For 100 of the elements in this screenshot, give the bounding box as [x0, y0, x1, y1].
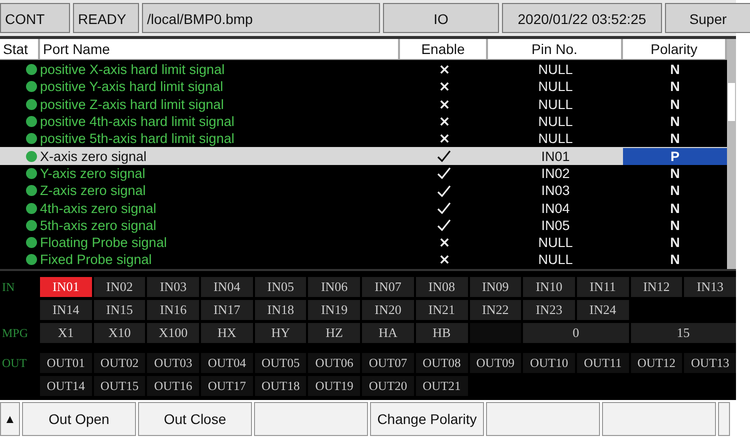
polarity-cell-text: N	[669, 164, 681, 182]
io-indicator: OUT16	[147, 376, 200, 396]
io-indicator: OUT05	[254, 352, 306, 373]
io-indicator: OUT10	[523, 352, 575, 373]
softkey-button[interactable]: Out Close	[138, 402, 252, 436]
io-indicator: OUT09	[470, 352, 522, 373]
io-indicator: OUT18	[254, 376, 306, 396]
polarity-cell-text: N	[669, 234, 681, 252]
port-name: positive 5th-axis hard limit signal	[40, 130, 234, 148]
table-row[interactable]: Z-axis zero signal IN03 N	[0, 182, 727, 200]
io-indicator: IN16	[147, 300, 200, 320]
column-header: Stat	[0, 39, 40, 59]
io-indicator: OUT08	[416, 352, 468, 373]
column-header: Port Name	[40, 39, 400, 59]
io-indicator: IN17	[201, 300, 253, 320]
mpg-button[interactable]: HY	[254, 322, 306, 343]
mpg-value: 0	[523, 322, 629, 343]
port-name: Y-axis zero signal	[40, 164, 146, 182]
port-name: positive Z-axis hard limit signal	[40, 96, 224, 113]
port-name: positive 4th-axis hard limit signal	[40, 113, 234, 130]
io-indicator: IN12	[630, 276, 682, 297]
io-indicator: OUT04	[201, 352, 253, 373]
io-indicator: IN24	[576, 300, 629, 320]
softkey-button[interactable]: Change Polarity	[370, 402, 484, 436]
polarity-cell-text: N	[669, 216, 681, 234]
pin-number: IN02	[541, 164, 570, 182]
io-indicator: OUT06	[308, 352, 360, 373]
pin-number: NULL	[538, 251, 573, 268]
io-indicator: IN19	[308, 300, 360, 320]
pin-number: NULL	[538, 78, 573, 96]
io-indicator: IN13	[684, 276, 736, 297]
io-indicator: IN05	[254, 276, 306, 297]
mpg-button[interactable]: X1	[40, 322, 92, 343]
io-indicator: IN11	[576, 276, 629, 297]
column-header: Enable	[400, 39, 488, 59]
polarity-cell-text: N	[669, 251, 681, 268]
io-indicator: IN15	[94, 300, 146, 320]
mpg-button[interactable]: HZ	[308, 322, 360, 343]
io-indicator: OUT02	[94, 352, 146, 373]
table-row[interactable]: X-axis zero signal IN01 P	[0, 147, 727, 165]
mpg-button[interactable]: HA	[362, 322, 414, 343]
table-row[interactable]: positive 5th-axis hard limit signal NULL N	[0, 130, 727, 148]
port-name: Z-axis zero signal	[40, 182, 146, 200]
pin-number: IN05	[541, 216, 570, 234]
status-field: CONT	[0, 3, 70, 33]
polarity-cell-text: N	[669, 61, 681, 78]
io-indicator: IN18	[254, 300, 306, 320]
table-row[interactable]: Fixed Probe signal NULL N	[0, 251, 727, 269]
pin-number: NULL	[538, 234, 573, 252]
table-row[interactable]: 4th-axis zero signal IN04 N	[0, 199, 727, 217]
io-indicator: IN20	[362, 300, 414, 320]
up-arrow-button[interactable]: ▲	[0, 402, 20, 436]
io-indicator: IN07	[362, 276, 414, 297]
mpg-button[interactable]: X100	[147, 322, 200, 343]
table-row[interactable]: Floating Probe signal NULL N	[0, 234, 727, 252]
io-indicator: OUT20	[362, 376, 414, 396]
io-indicator: IN09	[470, 276, 522, 297]
io-indicator: IN14	[40, 300, 92, 320]
table-row[interactable]: positive X-axis hard limit signal NULL N	[0, 61, 727, 78]
port-name: positive Y-axis hard limit signal	[40, 78, 224, 96]
polarity-cell-text: N	[669, 130, 681, 148]
polarity-cell-text: N	[669, 96, 681, 113]
io-indicator: OUT21	[416, 376, 468, 396]
polarity-cell-text: N	[669, 78, 681, 96]
port-name: Fixed Probe signal	[40, 251, 152, 268]
io-indicator: IN02	[94, 276, 146, 297]
mpg-value: 15	[630, 322, 736, 343]
table-row[interactable]: 5th-axis zero signal IN05 N	[0, 216, 727, 234]
io-indicator: OUT01	[40, 352, 92, 373]
table-row[interactable]: Y-axis zero signal IN02 N	[0, 164, 727, 182]
mpg-button[interactable]: HX	[201, 322, 253, 343]
scrollbar[interactable]	[727, 39, 736, 269]
io-indicator: OUT11	[576, 352, 629, 373]
softkey-button[interactable]: Out Open	[22, 402, 136, 436]
io-indicator: IN08	[416, 276, 468, 297]
empty-softkey-button[interactable]	[718, 402, 730, 436]
io-indicator: OUT07	[362, 352, 414, 373]
pin-number: IN04	[541, 200, 570, 217]
port-name: Floating Probe signal	[40, 234, 167, 252]
row-label: OUT	[2, 354, 28, 372]
table-row[interactable]: positive Z-axis hard limit signal NULL N	[0, 96, 727, 113]
mpg-blank-cell	[470, 322, 522, 343]
row-label: MPG	[2, 324, 30, 342]
status-field: IO	[383, 3, 499, 33]
table-row[interactable]: positive 4th-axis hard limit signal NULL N	[0, 112, 727, 130]
io-indicator: IN22	[470, 300, 522, 320]
io-indicator: OUT19	[308, 376, 360, 396]
polarity-cell-text: N	[669, 113, 681, 130]
io-indicator: IN21	[416, 300, 468, 320]
io-indicator: IN01	[40, 276, 92, 297]
pin-number: IN03	[541, 182, 570, 200]
io-indicator: IN10	[523, 276, 575, 297]
row-label: IN	[2, 278, 16, 296]
mpg-button[interactable]: HB	[416, 322, 468, 343]
mpg-button[interactable]: X10	[94, 322, 146, 343]
io-indicator: OUT14	[40, 376, 92, 396]
table-row[interactable]: positive Y-axis hard limit signal NULL N	[0, 78, 727, 96]
io-indicator: OUT03	[147, 352, 200, 373]
status-field: Super	[665, 3, 750, 33]
port-name: 5th-axis zero signal	[40, 216, 156, 234]
